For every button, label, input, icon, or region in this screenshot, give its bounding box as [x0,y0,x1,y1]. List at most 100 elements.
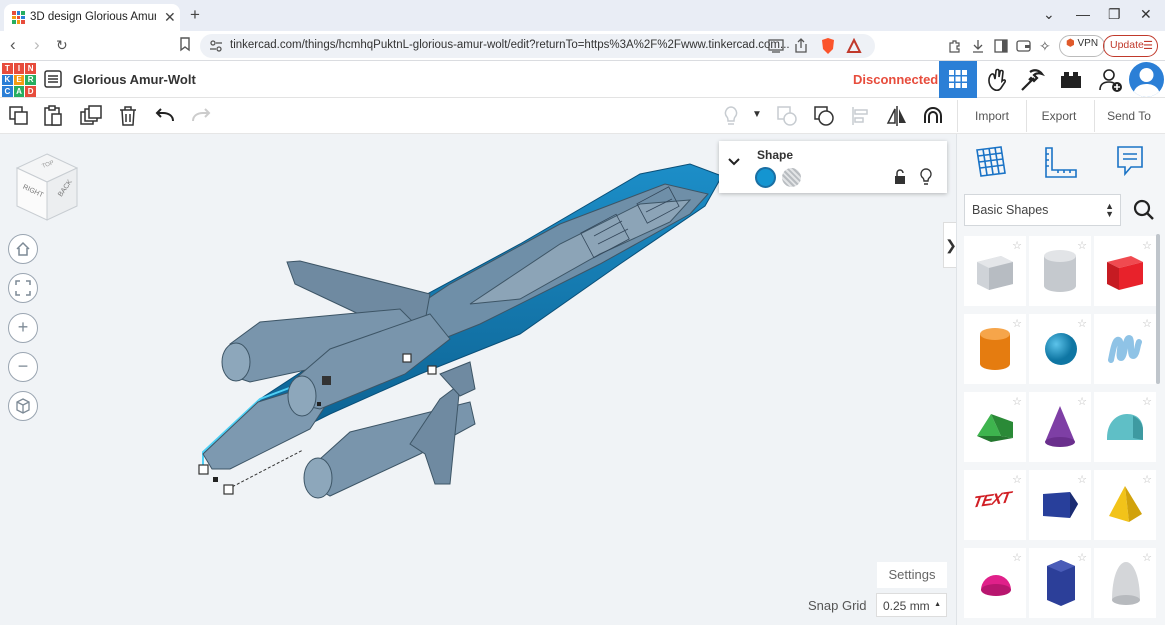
shapes-scrollbar[interactable] [1156,234,1160,384]
shape-tile-paraboloid[interactable]: ☆ [1094,548,1156,618]
address-bar[interactable]: tinkercad.com/things/hcmhqPuktnL-gloriou… [200,34,875,58]
favorite-icon[interactable]: ☆ [1142,395,1152,408]
settings-button[interactable]: Settings [877,562,947,588]
logo-letter: A [13,86,25,97]
favorite-icon[interactable]: ☆ [1077,317,1087,330]
wallet-icon[interactable] [1016,39,1031,58]
extensions-icon[interactable] [948,39,962,58]
favorite-icon[interactable]: ☆ [1012,473,1022,486]
tab-search-icon[interactable]: ⌄ [1043,6,1055,23]
add-user-icon[interactable] [1099,67,1123,98]
light-bulb-icon[interactable] [720,105,742,127]
notes-tool-icon[interactable] [1115,144,1145,183]
home-view-icon[interactable] [8,234,38,264]
design-list-icon[interactable] [44,70,62,93]
leo-ai-icon[interactable]: ✧ [1039,38,1051,55]
avatar[interactable] [1129,62,1164,97]
search-icon[interactable] [1129,194,1159,226]
shape-tile-sphere[interactable]: ☆ [1029,314,1091,384]
download-icon[interactable] [971,39,985,58]
close-window-icon[interactable]: ✕ [1140,6,1152,23]
favorite-icon[interactable]: ☆ [1077,395,1087,408]
view-cube[interactable]: RIGHT BACK TOP [14,152,80,227]
tinkercad-logo[interactable]: T I N K E R C A D [2,63,36,97]
send-to-button[interactable]: Send To [1098,104,1160,128]
zoom-out-icon[interactable]: − [8,352,38,382]
shape-tile-round-roof[interactable]: ☆ [1094,392,1156,462]
shape-tile-box[interactable]: ☆ [1094,236,1156,306]
sidebar-icon[interactable] [994,39,1008,58]
vpn-button[interactable]: ⬢ VPN [1059,35,1106,57]
undo-icon[interactable] [154,105,176,127]
favorite-icon[interactable]: ☆ [1142,317,1152,330]
shape-tile-scribble[interactable]: ☆ [1094,314,1156,384]
cylinder-hole-icon [1044,250,1076,292]
3d-view-button[interactable] [939,61,977,98]
delete-icon[interactable] [117,105,139,127]
paste-icon[interactable] [42,105,64,127]
redo-icon[interactable] [190,105,212,127]
shape-tile-cone[interactable]: ☆ [1029,392,1091,462]
mirror-icon[interactable] [886,105,908,127]
bookmark-icon[interactable] [179,37,191,57]
box-hole-icon [977,256,1013,290]
shape-tile-box-hole[interactable]: ☆ [964,236,1026,306]
shape-tile-half-sphere[interactable]: ☆ [964,548,1026,618]
shape-tile-polygon[interactable]: ☆ [1029,548,1091,618]
bricks-icon[interactable] [1060,71,1082,94]
site-settings-icon[interactable] [209,39,223,58]
shape-panel-title: Shape [757,148,794,162]
shape-tile-cylinder-hole[interactable]: ☆ [1029,236,1091,306]
design-title[interactable]: Glorious Amur-Wolt [73,72,196,87]
import-button[interactable]: Import [963,104,1021,128]
shape-category-select[interactable]: Basic Shapes ▲ ▼ [964,194,1121,226]
favorite-icon[interactable]: ☆ [1142,551,1152,564]
back-icon[interactable]: ‹ [10,35,16,55]
favorite-icon[interactable]: ☆ [1077,473,1087,486]
rocket-model[interactable] [0,134,956,625]
lock-icon[interactable] [893,169,907,190]
export-button[interactable]: Export [1030,104,1088,128]
shape-tile-text[interactable]: ☆ TEXT [964,470,1026,540]
forward-icon[interactable]: › [34,35,40,55]
brave-rewards-icon[interactable] [846,37,862,59]
grid-view-icon [949,70,967,88]
browser-tab[interactable]: 3D design Glorious Amur-Wolt ✕ [4,4,180,31]
favorite-icon[interactable]: ☆ [1012,551,1022,564]
reload-icon[interactable]: ↻ [56,37,68,54]
ruler-tool-icon[interactable] [1043,146,1079,185]
chevron-down-icon[interactable] [727,154,741,172]
shape-tile-wedge[interactable]: ☆ [1029,470,1091,540]
snap-grid-select[interactable]: 0.25 mm ▲ [876,593,947,617]
chevron-down-icon[interactable]: ▼ [752,109,762,120]
ungroup-icon[interactable] [813,105,835,127]
minimize-icon[interactable]: — [1076,6,1090,22]
update-button[interactable]: Update ☰ [1103,35,1158,57]
perspective-icon[interactable] [8,391,38,421]
light-bulb-icon[interactable] [919,168,933,191]
shape-tile-roof[interactable]: ☆ [964,392,1026,462]
maximize-icon[interactable]: ❐ [1108,6,1121,23]
copy-icon[interactable] [8,105,30,127]
duplicate-icon[interactable] [80,105,102,127]
cast-icon[interactable] [768,39,784,58]
solid-color-swatch[interactable] [755,167,776,188]
share-icon[interactable] [793,38,809,58]
cruise-icon[interactable] [922,105,944,127]
blocks-code-icon[interactable] [986,66,1008,97]
hole-swatch[interactable] [782,168,801,187]
workplane-tool-icon[interactable] [974,144,1008,183]
new-tab-icon[interactable]: + [190,5,200,25]
fit-view-icon[interactable] [8,273,38,303]
close-tab-icon[interactable]: ✕ [164,9,176,26]
favorite-icon[interactable]: ☆ [1012,395,1022,408]
shape-tile-pyramid[interactable]: ☆ [1094,470,1156,540]
brave-shield-icon[interactable] [820,37,836,60]
favorite-icon[interactable]: ☆ [1012,317,1022,330]
group-icon[interactable] [776,105,798,127]
workplane[interactable]: RIGHT BACK TOP + − Shape Settings Snap G… [0,134,956,625]
sim-lab-icon[interactable] [1019,67,1045,98]
zoom-in-icon[interactable]: + [8,313,38,343]
shape-tile-cylinder[interactable]: ☆ [964,314,1026,384]
align-icon[interactable] [850,105,872,127]
